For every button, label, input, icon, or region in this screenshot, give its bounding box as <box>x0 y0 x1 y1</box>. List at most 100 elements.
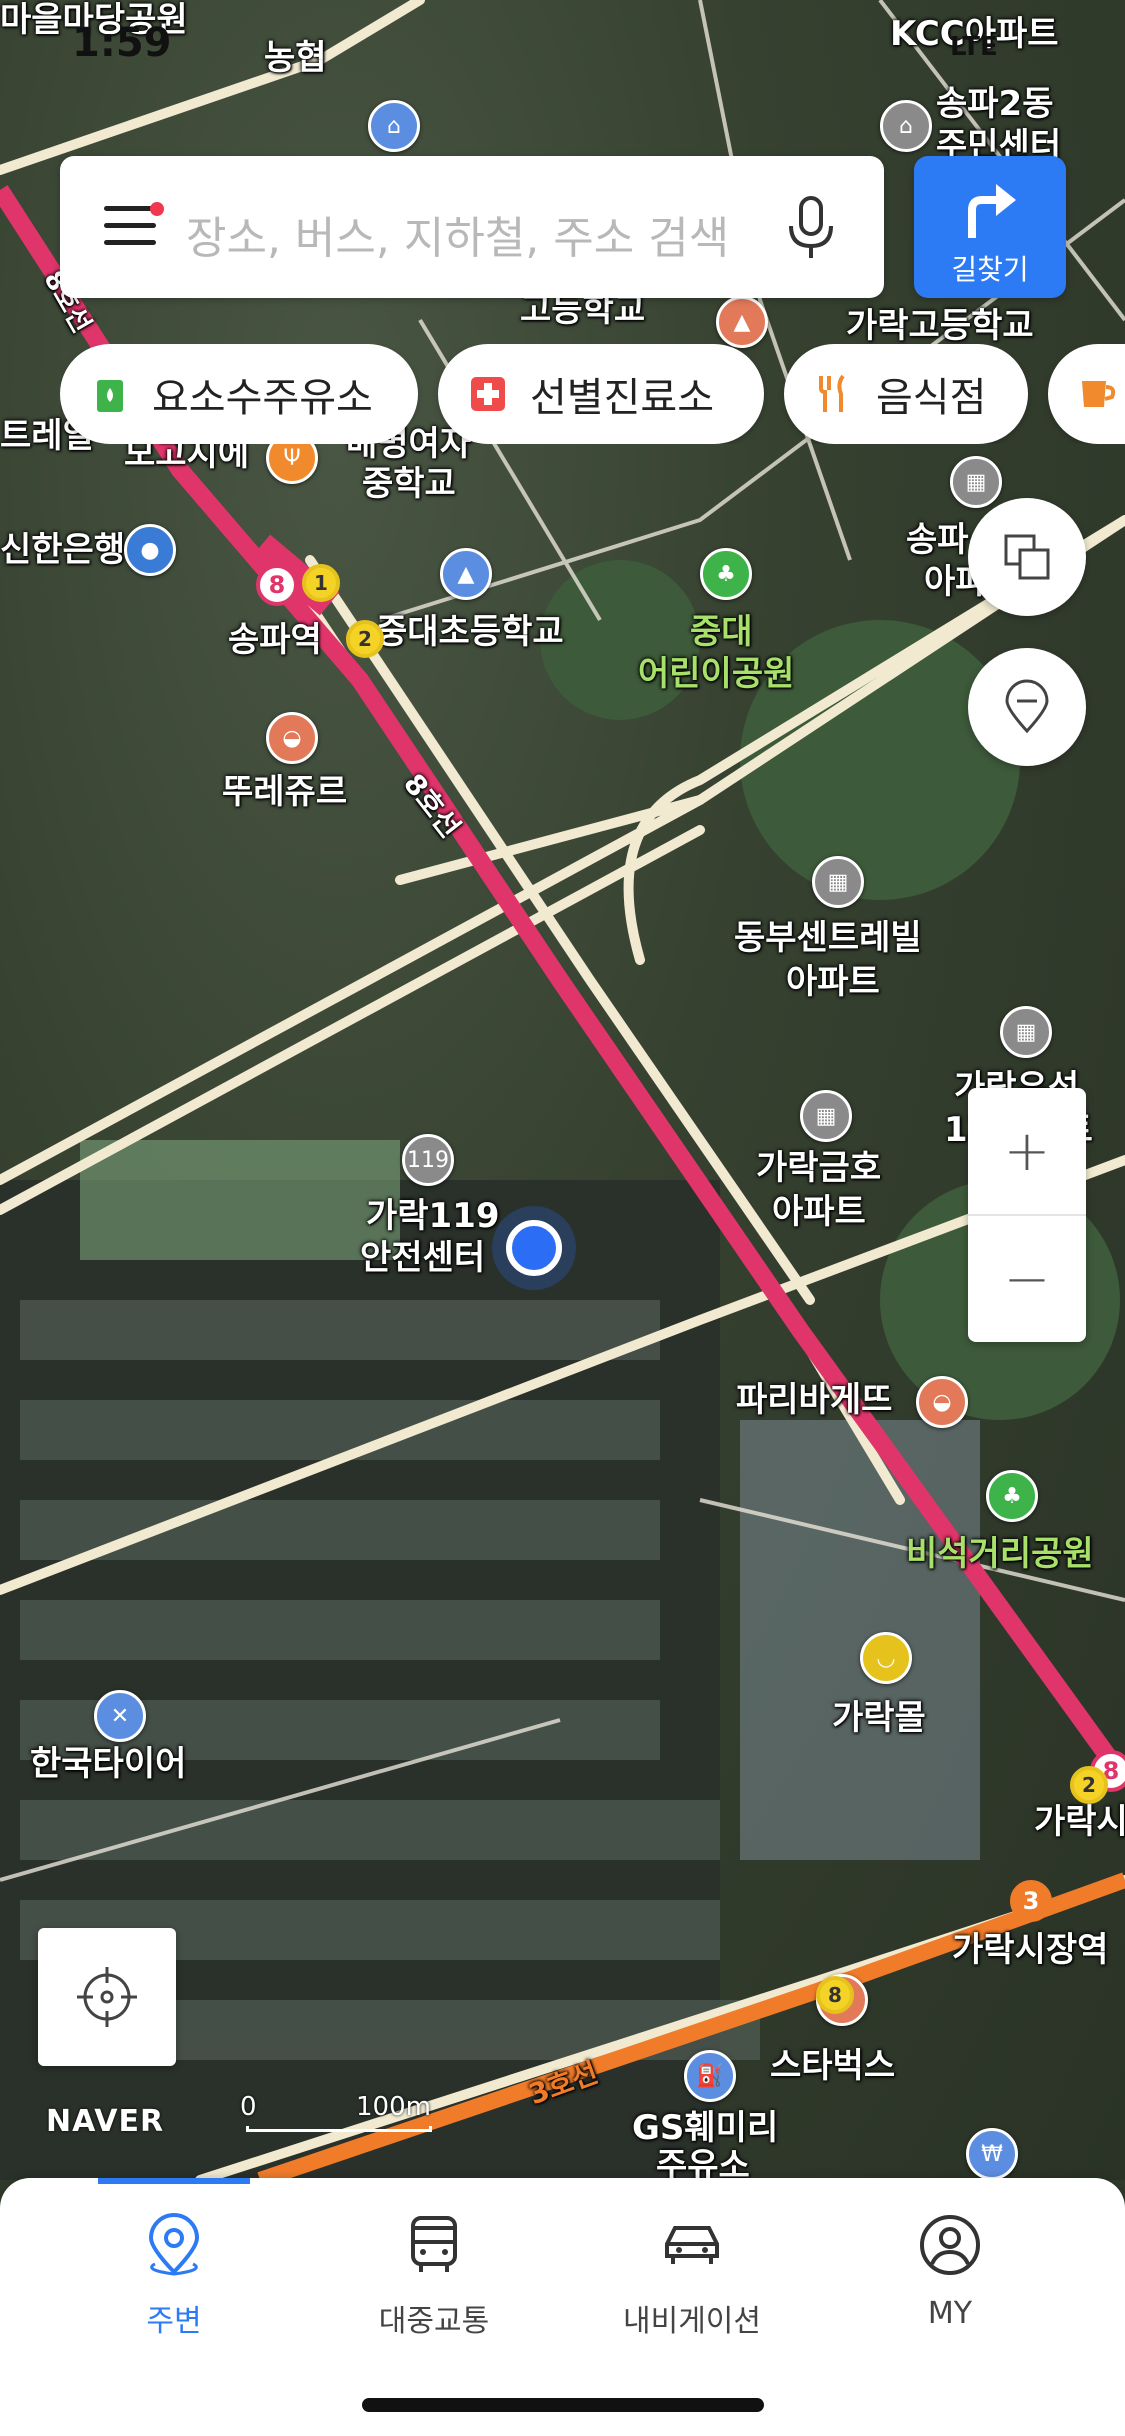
directions-label: 길찾기 <box>951 253 1029 286</box>
map-label: 가락119 <box>366 1196 500 1236</box>
tab-nearby[interactable]: 주변 <box>74 2212 274 2352</box>
status-network: LTE <box>950 32 998 62</box>
tab-label: 주변 <box>146 2304 202 2339</box>
zoom-out-button[interactable]: − <box>968 1216 1086 1342</box>
map-label: 주유소 <box>656 2146 750 2180</box>
profile-icon <box>920 2215 980 2275</box>
tab-navigation[interactable]: 내비게이션 <box>592 2212 792 2352</box>
map-label: 가락시장역 <box>952 1930 1109 1970</box>
crosshair-icon <box>77 1967 137 2027</box>
zoom-control: + − <box>968 1088 1086 1342</box>
menu-icon[interactable] <box>104 206 156 246</box>
map-label: 어린이공원 <box>638 654 795 694</box>
map-label: 뚜레쥬르 <box>222 772 348 812</box>
subway-line8-icon[interactable]: 8 <box>256 564 298 606</box>
directions-button[interactable]: 길찾기 <box>914 156 1066 298</box>
tab-transit[interactable]: 대중교통 <box>334 2212 534 2352</box>
scale-zero: 0 <box>240 2092 257 2122</box>
apartment-icon[interactable]: ▦ <box>800 1090 852 1142</box>
map-label: 가락금호 <box>756 1148 882 1188</box>
turn-arrow-icon <box>968 184 1016 238</box>
map-view[interactable]: 마을마당공원 농협 KCC아파트 송파2동 주민센터 고등학교 가락고등학교 트… <box>0 0 1125 2180</box>
map-label: 가락몰 <box>832 1698 926 1738</box>
map-label: 송파역 <box>228 620 322 660</box>
tab-label: 대중교통 <box>378 2304 490 2339</box>
car-icon <box>665 2226 719 2264</box>
chip-cafe[interactable] <box>1048 344 1125 444</box>
map-label: 동부센트레빌 <box>734 918 922 958</box>
scale-distance: 100m <box>356 2092 431 2122</box>
chip-restaurant[interactable]: 음식점 <box>784 344 1028 444</box>
home-indicator <box>362 2398 764 2412</box>
map-layers-button[interactable] <box>968 498 1086 616</box>
zoom-in-button[interactable]: + <box>968 1088 1086 1214</box>
map-label: 가락고등학교 <box>846 306 1034 346</box>
medical-cross-icon <box>468 374 508 414</box>
subway-line2-icon[interactable]: 2 <box>346 620 384 658</box>
scale-bar <box>246 2126 432 2132</box>
subway-line2-icon[interactable]: 2 <box>1070 1766 1108 1804</box>
pin-outline-icon <box>1005 679 1049 734</box>
search-bar[interactable]: 장소, 버스, 지하철, 주소 검색 <box>60 156 884 298</box>
saved-places-button[interactable] <box>968 648 1086 766</box>
map-label: 한국타이어 <box>30 1744 187 1784</box>
map-label: 중학교 <box>362 464 456 504</box>
location-pin-icon <box>148 2213 200 2276</box>
category-chips: 요소수주유소 선별진료소 음식점 <box>60 344 1125 444</box>
cafe-cup-icon <box>1078 374 1118 414</box>
map-label: 신한은행 <box>0 530 126 570</box>
map-label: 중대 <box>690 612 753 652</box>
fork-knife-icon <box>814 374 854 414</box>
apartment-icon[interactable]: ▦ <box>1000 1006 1052 1058</box>
naver-logo: NAVER <box>46 2104 165 2139</box>
apartment-icon[interactable]: ▦ <box>950 456 1002 508</box>
map-scale: 0 100m <box>240 2092 436 2136</box>
subway-line1-icon[interactable]: 1 <box>302 564 340 602</box>
bakery-icon[interactable]: ◒ <box>916 1376 968 1428</box>
map-label: GS훼미리 <box>632 2108 779 2148</box>
fuel-icon <box>90 374 130 414</box>
status-time: 1:59 <box>72 20 172 66</box>
microphone-icon[interactable] <box>786 196 836 260</box>
park-icon[interactable]: ♣ <box>700 548 752 600</box>
layers-icon <box>1004 534 1050 580</box>
school-icon[interactable]: ▲ <box>440 548 492 600</box>
map-label: 가락시 <box>1034 1802 1125 1842</box>
community-center-icon[interactable]: ⌂ <box>880 100 932 152</box>
map-label: 아파트 <box>772 1192 866 1232</box>
bakery-icon[interactable]: ◒ <box>266 712 318 764</box>
my-location-button[interactable] <box>38 1928 176 2066</box>
tab-my[interactable]: MY <box>850 2212 1050 2352</box>
map-label: 안전센터 <box>360 1238 486 1278</box>
fire-station-icon[interactable]: 119 <box>402 1134 454 1186</box>
notification-dot <box>150 202 164 216</box>
gas-station-icon[interactable]: ⛽ <box>684 2050 736 2102</box>
bus-icon <box>411 2216 457 2272</box>
atm-icon[interactable]: ₩ <box>966 2128 1018 2180</box>
school-icon[interactable]: ▲ <box>716 296 768 348</box>
chip-label: 음식점 <box>876 375 987 421</box>
map-label: 송파2동 <box>936 84 1054 124</box>
car-repair-icon[interactable]: ✕ <box>94 1690 146 1742</box>
subway-line8-icon[interactable]: 8 <box>816 1976 854 2014</box>
active-tab-indicator <box>98 2178 250 2184</box>
search-input[interactable]: 장소, 버스, 지하철, 주소 검색 <box>186 202 729 266</box>
park-icon[interactable]: ♣ <box>986 1470 1038 1522</box>
apartment-icon[interactable]: ▦ <box>812 856 864 908</box>
tab-label: 내비게이션 <box>623 2304 761 2339</box>
map-label: 비석거리공원 <box>906 1534 1094 1574</box>
chip-label: 선별진료소 <box>530 375 714 421</box>
map-label: 스타벅스 <box>770 2046 896 2086</box>
shopping-icon[interactable]: ◡ <box>860 1632 912 1684</box>
current-location-dot <box>506 1220 562 1276</box>
chip-urea-station[interactable]: 요소수주유소 <box>60 344 418 444</box>
map-label: 중대초등학교 <box>376 612 564 652</box>
government-building-icon[interactable]: ⌂ <box>368 100 420 152</box>
map-label: 아파트 <box>786 962 880 1002</box>
bank-icon[interactable]: ● <box>124 524 176 576</box>
chip-screening-clinic[interactable]: 선별진료소 <box>438 344 764 444</box>
tab-label: MY <box>927 2296 973 2331</box>
chip-label: 요소수주유소 <box>152 375 373 421</box>
map-label: 파리바게뜨 <box>736 1380 893 1420</box>
subway-line3-icon[interactable]: 3 <box>1010 1880 1052 1922</box>
